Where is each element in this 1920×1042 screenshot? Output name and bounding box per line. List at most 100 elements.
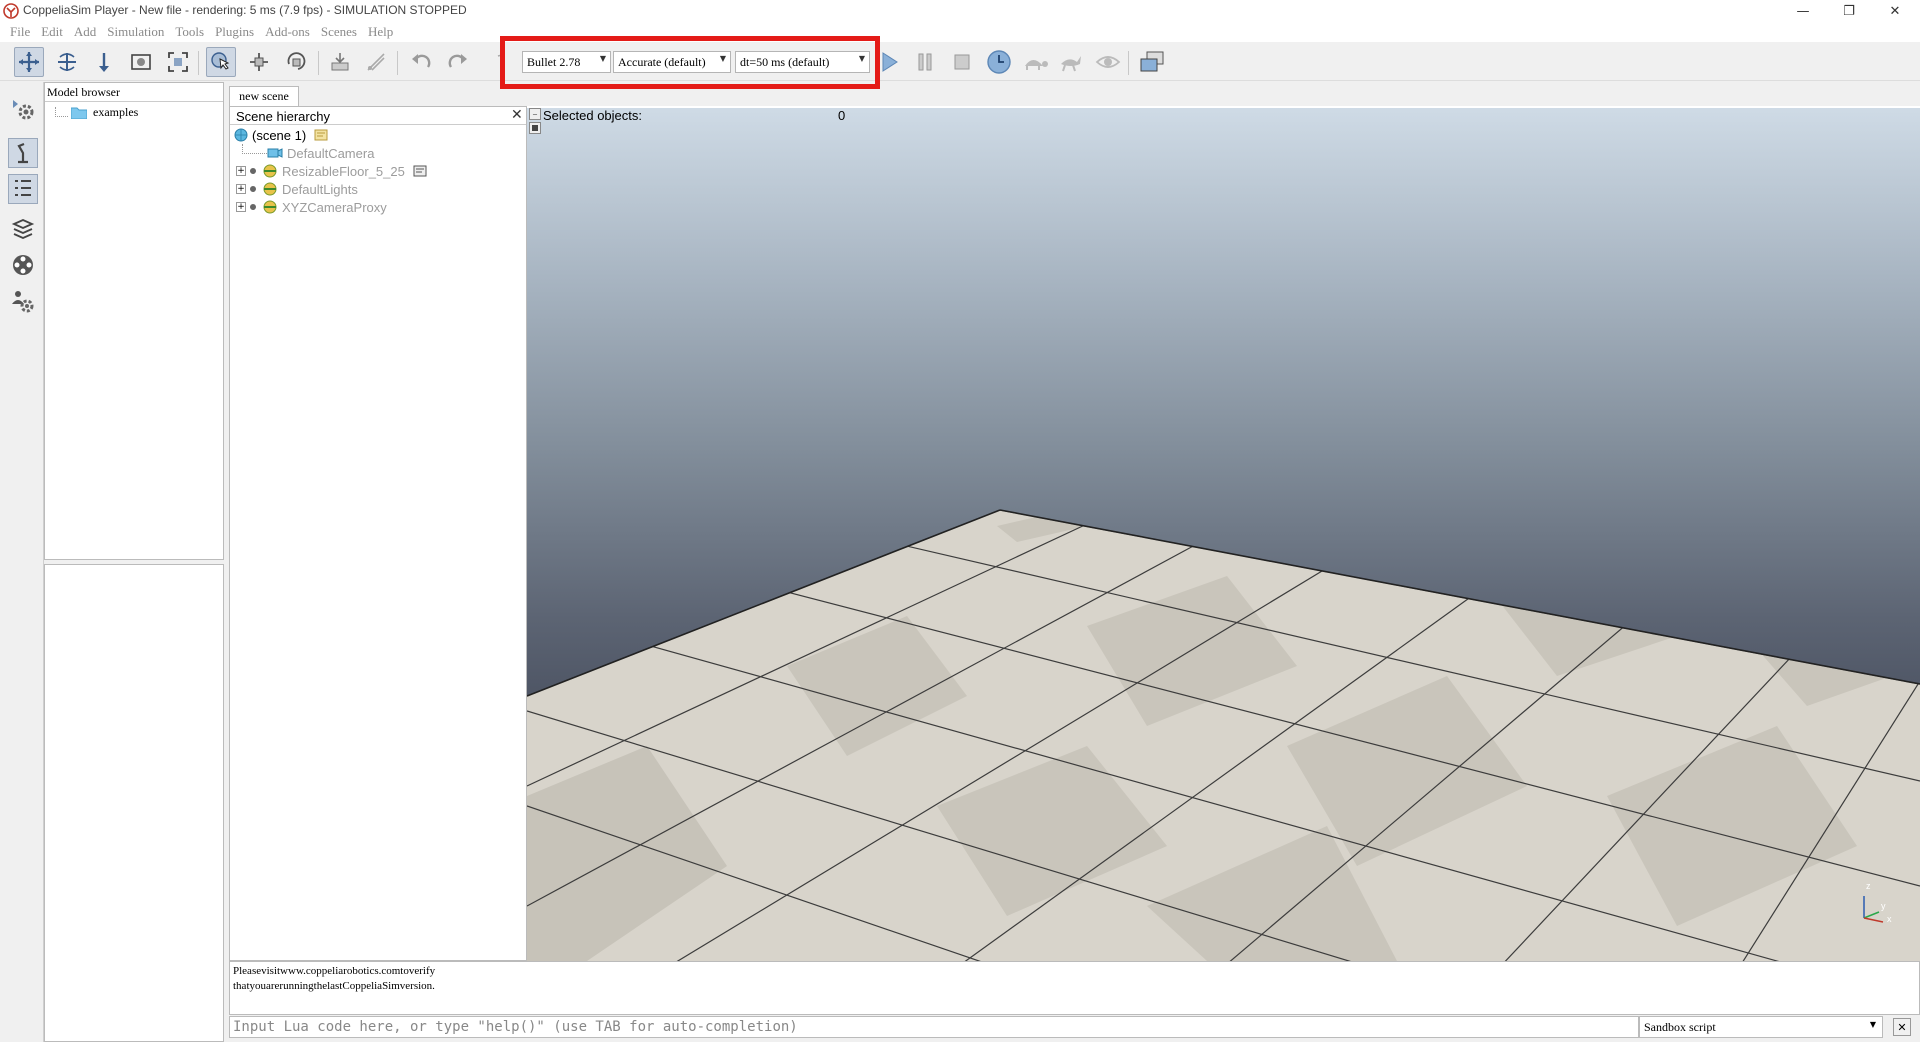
- object-shift-button[interactable]: [244, 47, 274, 77]
- minus-icon: –: [533, 109, 537, 118]
- camera-rotate-button[interactable]: [52, 47, 82, 77]
- bullet-icon: [250, 204, 256, 210]
- tree-item-scene-root[interactable]: (scene 1): [234, 126, 328, 144]
- menu-scenes[interactable]: Scenes: [321, 24, 357, 40]
- menu-help[interactable]: Help: [368, 24, 393, 40]
- menu-bar: File Edit Add Simulation Tools Plugins A…: [0, 22, 1920, 42]
- script-context-select[interactable]: Sandbox script ▼: [1639, 1016, 1883, 1038]
- window-title: CoppeliaSim Player - New file - renderin…: [23, 3, 467, 17]
- info-toggle-button[interactable]: [529, 122, 541, 134]
- object-shift-icon: [250, 53, 268, 71]
- transfer-dna-button[interactable]: [361, 47, 391, 77]
- start-simulation-icon: [882, 52, 898, 72]
- scene-hierarchy-toggle-button[interactable]: [8, 138, 38, 168]
- model-preview-panel: [44, 564, 224, 1042]
- axis-z-label: z: [1866, 881, 1871, 891]
- script-context-value: Sandbox script: [1644, 1019, 1716, 1034]
- real-time-icon: [987, 50, 1011, 74]
- square-icon: [532, 125, 538, 131]
- menu-simulation[interactable]: Simulation: [107, 24, 164, 40]
- divider: [45, 101, 223, 102]
- camera-angle-icon: [131, 54, 151, 70]
- minimize-button[interactable]: —: [1780, 0, 1826, 22]
- menu-plugins[interactable]: Plugins: [215, 24, 254, 40]
- tree-item-label: DefaultLights: [282, 181, 358, 197]
- assemble-button[interactable]: [325, 47, 355, 77]
- move-camera-icon: [19, 52, 39, 72]
- tree-item-xyzcameraproxy[interactable]: + XYZCameraProxy: [236, 198, 387, 216]
- camera-angle-button[interactable]: [126, 47, 156, 77]
- close-window-button[interactable]: ✕: [1872, 0, 1918, 22]
- assemble-icon: [331, 53, 349, 71]
- tab-new-scene[interactable]: new scene: [229, 86, 299, 106]
- tree-item-defaultlights[interactable]: + DefaultLights: [236, 180, 358, 198]
- bullet-icon: [250, 168, 256, 174]
- pause-simulation-icon: [918, 53, 932, 71]
- rotate-camera-icon: [58, 53, 76, 71]
- slow-down-button[interactable]: [1020, 47, 1050, 77]
- tree-item-label: DefaultCamera: [287, 145, 375, 161]
- robot-arm-icon: [17, 142, 28, 164]
- expand-toggle-icon[interactable]: +: [236, 166, 246, 176]
- video-recorder-button[interactable]: [8, 250, 38, 280]
- menu-add[interactable]: Add: [74, 24, 96, 40]
- bullet-icon: [250, 186, 256, 192]
- camera-shift-button[interactable]: [89, 47, 119, 77]
- visualization-button[interactable]: [1093, 47, 1123, 77]
- menu-addons[interactable]: Add-ons: [265, 24, 310, 40]
- close-hierarchy-button[interactable]: ✕: [511, 107, 523, 123]
- folder-icon: [71, 107, 87, 119]
- restore-button[interactable]: ❐: [1826, 0, 1872, 22]
- redo-button[interactable]: [443, 47, 473, 77]
- selected-objects-count: 0: [838, 108, 846, 123]
- floor-render: [527, 509, 1920, 961]
- close-console-button[interactable]: ✕: [1893, 1018, 1911, 1036]
- tree-item-defaultcamera[interactable]: DefaultCamera: [242, 143, 375, 162]
- layers-icon: [11, 219, 35, 239]
- expand-toggle-icon[interactable]: +: [236, 202, 246, 212]
- selected-objects-label: Selected objects:: [543, 108, 643, 123]
- restore-icon: ❐: [1843, 3, 1855, 19]
- undo-button[interactable]: [406, 47, 436, 77]
- tree-connector: [55, 107, 68, 117]
- scene-globe-icon: [234, 128, 248, 142]
- lua-input-placeholder: Input Lua code here, or type "help()" (u…: [233, 1019, 798, 1035]
- model-icon: [263, 164, 277, 178]
- real-time-button[interactable]: [984, 47, 1014, 77]
- folder-label: examples: [93, 104, 139, 119]
- toolbar-separator: [1128, 51, 1129, 75]
- tree-item-label: XYZCameraProxy: [282, 199, 387, 215]
- toolbar-separator: [397, 51, 398, 75]
- layers-button[interactable]: [8, 214, 38, 244]
- list-tree-icon: [15, 180, 31, 196]
- stop-simulation-button[interactable]: [947, 47, 977, 77]
- redo-icon: [448, 54, 467, 68]
- info-collapse-button[interactable]: –: [529, 108, 541, 120]
- toolbar-separator: [198, 51, 199, 75]
- tree-item-resizablefloor[interactable]: + ResizableFloor_5_25: [236, 162, 427, 180]
- camera-pan-button[interactable]: [14, 47, 44, 77]
- model-folder-item[interactable]: examples: [55, 103, 215, 121]
- toggle-page-button[interactable]: [1137, 47, 1167, 77]
- expand-toggle-icon[interactable]: +: [236, 184, 246, 194]
- scene-viewport[interactable]: z y x – Selected objects: 0: [527, 106, 1920, 961]
- tree-item-label: (scene 1): [252, 127, 307, 143]
- lua-command-input[interactable]: Input Lua code here, or type "help()" (u…: [229, 1016, 1639, 1038]
- close-icon: ✕: [1897, 1021, 1907, 1034]
- divider: [230, 124, 526, 125]
- user-settings-button[interactable]: [8, 286, 38, 316]
- click-selection-button[interactable]: [206, 47, 236, 77]
- pause-simulation-button[interactable]: [910, 47, 940, 77]
- menu-file[interactable]: File: [10, 24, 30, 40]
- fit-to-view-icon: [168, 52, 188, 72]
- speed-up-button[interactable]: [1056, 47, 1086, 77]
- transfer-dna-icon: [367, 53, 385, 71]
- close-icon: ✕: [1889, 3, 1901, 19]
- fit-to-view-button[interactable]: [163, 47, 193, 77]
- menu-tools[interactable]: Tools: [175, 24, 204, 40]
- menu-edit[interactable]: Edit: [41, 24, 63, 40]
- simulation-settings-button[interactable]: [8, 94, 38, 124]
- left-toolbar: [0, 82, 44, 1042]
- object-rotate-button[interactable]: [281, 47, 311, 77]
- model-browser-toggle-button[interactable]: [8, 174, 38, 204]
